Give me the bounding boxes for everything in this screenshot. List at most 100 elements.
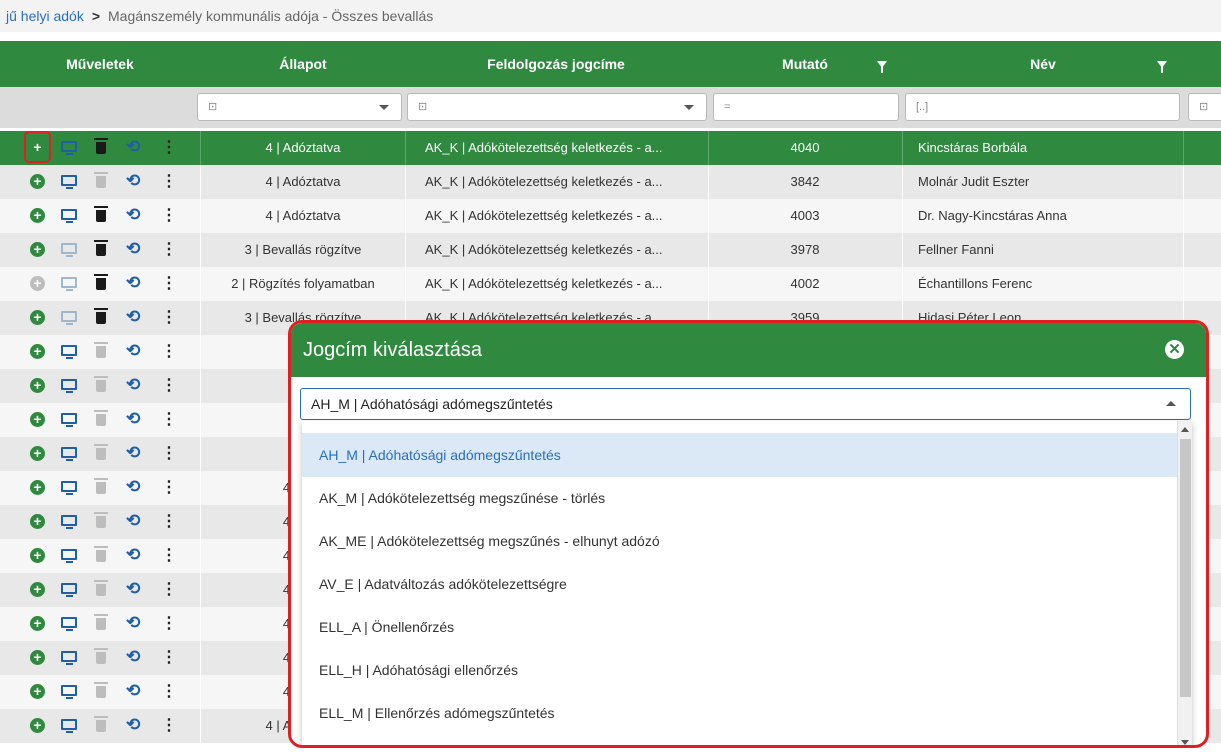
monitor-icon[interactable] bbox=[61, 481, 77, 495]
plus-circle-icon[interactable]: + bbox=[30, 718, 45, 733]
undo-icon[interactable]: ⟲ bbox=[126, 613, 140, 633]
column-header-status[interactable]: Állapot bbox=[203, 41, 403, 87]
extra-filter-select[interactable]: ⊡ bbox=[1188, 93, 1221, 121]
kebab-icon[interactable]: ⋮ bbox=[161, 172, 177, 192]
table-row[interactable]: + ⟲ ⋮ 2 | Rögzítés folyamatban AK_K | Adóköt… bbox=[0, 267, 1221, 301]
filter-icon[interactable] bbox=[1157, 61, 1167, 73]
plus-circle-icon[interactable]: + bbox=[30, 616, 45, 631]
monitor-icon[interactable] bbox=[61, 243, 77, 257]
plus-circle-icon[interactable]: + bbox=[30, 208, 45, 223]
kebab-icon[interactable]: ⋮ bbox=[161, 240, 177, 260]
plus-circle-icon[interactable]: + bbox=[30, 242, 45, 257]
monitor-icon[interactable] bbox=[61, 311, 77, 325]
monitor-icon[interactable] bbox=[61, 209, 77, 223]
undo-icon[interactable]: ⟲ bbox=[126, 443, 140, 463]
scroll-up-icon[interactable] bbox=[1181, 427, 1189, 432]
kebab-icon[interactable]: ⋮ bbox=[161, 376, 177, 396]
dropdown-option[interactable]: AK_M | Adókötelezettség megszűnése - tör… bbox=[302, 476, 1177, 520]
undo-icon[interactable]: ⟲ bbox=[126, 375, 140, 395]
undo-icon[interactable]: ⟲ bbox=[126, 273, 140, 293]
monitor-icon[interactable] bbox=[61, 583, 77, 597]
trash-icon[interactable] bbox=[94, 682, 108, 698]
undo-icon[interactable]: ⟲ bbox=[126, 307, 140, 327]
kebab-icon[interactable]: ⋮ bbox=[161, 308, 177, 328]
scrollbar-thumb[interactable] bbox=[1180, 439, 1191, 697]
name-filter-input[interactable]: [..] bbox=[905, 93, 1180, 121]
trash-icon[interactable] bbox=[94, 274, 108, 290]
monitor-icon[interactable] bbox=[61, 651, 77, 665]
status-filter-select[interactable]: ⊡ bbox=[197, 93, 402, 121]
plus-circle-icon[interactable]: + bbox=[30, 650, 45, 665]
scroll-down-icon[interactable] bbox=[1181, 740, 1189, 745]
filter-icon[interactable] bbox=[877, 61, 887, 73]
trash-icon[interactable] bbox=[94, 308, 108, 324]
plus-circle-icon[interactable]: + bbox=[30, 378, 45, 393]
plus-circle-icon[interactable]: + bbox=[30, 412, 45, 427]
undo-icon[interactable]: ⟲ bbox=[126, 715, 140, 735]
kebab-icon[interactable]: ⋮ bbox=[161, 410, 177, 430]
close-icon[interactable]: ✕ bbox=[1165, 340, 1184, 359]
trash-icon[interactable] bbox=[94, 376, 108, 392]
table-row[interactable]: +⟲⋮4 | AdóztatvaAK_K | Adókötelezettség … bbox=[0, 165, 1221, 199]
monitor-icon[interactable] bbox=[61, 685, 77, 699]
monitor-icon[interactable] bbox=[61, 617, 77, 631]
trash-icon[interactable] bbox=[94, 478, 108, 494]
dropdown-option[interactable]: ELL_M | Ellenőrzés adómegszűntetés bbox=[302, 691, 1177, 735]
table-row[interactable]: +⟲⋮4 | AdóztatvaAK_K | Adókötelezettség … bbox=[0, 131, 1221, 165]
trash-icon[interactable] bbox=[94, 614, 108, 630]
column-header-indicator[interactable]: Mutató bbox=[710, 41, 900, 87]
monitor-icon[interactable] bbox=[61, 175, 77, 189]
undo-icon[interactable]: ⟲ bbox=[126, 579, 140, 599]
indicator-filter-input[interactable]: = bbox=[713, 93, 899, 121]
undo-icon[interactable]: ⟲ bbox=[126, 647, 140, 667]
table-row[interactable]: + ⟲ ⋮ 3 | Bevallás rögzítve AK_K | Adókötele… bbox=[0, 233, 1221, 267]
monitor-icon[interactable] bbox=[61, 141, 77, 155]
trash-icon[interactable] bbox=[94, 410, 108, 426]
undo-icon[interactable]: ⟲ bbox=[126, 511, 140, 531]
monitor-icon[interactable] bbox=[61, 549, 77, 563]
undo-icon[interactable]: ⟲ bbox=[126, 341, 140, 361]
trash-icon[interactable] bbox=[94, 546, 108, 562]
monitor-icon[interactable] bbox=[61, 379, 77, 393]
kebab-icon[interactable]: ⋮ bbox=[161, 206, 177, 226]
undo-icon[interactable]: ⟲ bbox=[126, 409, 140, 429]
monitor-icon[interactable] bbox=[61, 277, 77, 291]
column-header-name[interactable]: Név bbox=[903, 41, 1183, 87]
column-header-title[interactable]: Feldolgozás jogcíme bbox=[406, 41, 706, 87]
kebab-icon[interactable]: ⋮ bbox=[161, 614, 177, 634]
undo-icon[interactable]: ⟲ bbox=[126, 137, 140, 157]
kebab-icon[interactable]: ⋮ bbox=[161, 580, 177, 600]
plus-circle-icon[interactable]: + bbox=[30, 174, 45, 189]
trash-icon[interactable] bbox=[94, 648, 108, 664]
trash-icon[interactable] bbox=[94, 172, 108, 188]
dropdown-option[interactable]: AK_ME | Adókötelezettség megszűnés - elh… bbox=[302, 519, 1177, 563]
plus-circle-icon[interactable]: + bbox=[30, 344, 45, 359]
dropdown-scrollbar[interactable] bbox=[1177, 421, 1192, 745]
monitor-icon[interactable] bbox=[61, 413, 77, 427]
kebab-icon[interactable]: ⋮ bbox=[161, 478, 177, 498]
monitor-icon[interactable] bbox=[61, 345, 77, 359]
kebab-icon[interactable]: ⋮ bbox=[161, 716, 177, 736]
monitor-icon[interactable] bbox=[61, 719, 77, 733]
kebab-icon[interactable]: ⋮ bbox=[161, 648, 177, 668]
plus-circle-icon[interactable]: + bbox=[30, 582, 45, 597]
kebab-icon[interactable]: ⋮ bbox=[161, 444, 177, 464]
monitor-icon[interactable] bbox=[61, 447, 77, 461]
kebab-icon[interactable]: ⋮ bbox=[161, 274, 177, 294]
kebab-icon[interactable]: ⋮ bbox=[161, 342, 177, 362]
title-filter-select[interactable]: ⊡ bbox=[407, 93, 707, 121]
kebab-icon[interactable]: ⋮ bbox=[161, 138, 177, 158]
breadcrumb-parent-link[interactable]: jű helyi adók bbox=[6, 8, 84, 24]
dropdown-option[interactable]: AH_M | Adóhatósági adómegszűntetés bbox=[302, 433, 1177, 477]
dropdown-option[interactable]: ELL_A | Önellenőrzés bbox=[302, 605, 1177, 649]
trash-icon[interactable] bbox=[94, 512, 108, 528]
undo-icon[interactable]: ⟲ bbox=[126, 545, 140, 565]
undo-icon[interactable]: ⟲ bbox=[126, 681, 140, 701]
trash-icon[interactable] bbox=[94, 716, 108, 732]
undo-icon[interactable]: ⟲ bbox=[126, 477, 140, 497]
trash-icon[interactable] bbox=[94, 444, 108, 460]
kebab-icon[interactable]: ⋮ bbox=[161, 682, 177, 702]
undo-icon[interactable]: ⟲ bbox=[126, 205, 140, 225]
dropdown-option[interactable]: ELL_H | Adóhatósági ellenőrzés bbox=[302, 648, 1177, 692]
kebab-icon[interactable]: ⋮ bbox=[161, 512, 177, 532]
